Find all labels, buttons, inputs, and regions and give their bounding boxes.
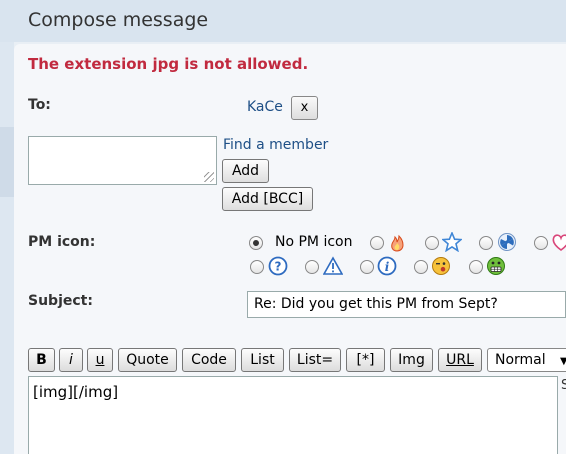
pm-icon-radio-none[interactable] xyxy=(249,236,263,250)
italic-button[interactable]: i xyxy=(59,348,83,372)
svg-text:i: i xyxy=(385,260,390,274)
pm-icon-label: PM icon: xyxy=(28,234,96,250)
no-pm-icon-label: No PM icon xyxy=(275,234,353,250)
url-button[interactable]: URL xyxy=(438,348,482,372)
list-button[interactable]: List xyxy=(241,348,284,372)
error-message: The extension jpg is not allowed. xyxy=(28,55,309,73)
subject-label: Subject: xyxy=(28,293,93,309)
font-size-value: Normal xyxy=(495,352,546,368)
fire-icon xyxy=(391,234,404,252)
font-size-select[interactable]: Normal ▼ xyxy=(487,348,566,372)
image-button[interactable]: Img xyxy=(390,348,433,372)
heart-icon xyxy=(552,234,566,251)
pm-icon-radio-wink[interactable] xyxy=(414,260,428,274)
underline-button[interactable]: u xyxy=(87,348,113,372)
page-title: Compose message xyxy=(28,9,209,31)
star-icon xyxy=(442,232,462,252)
side-label: S xyxy=(561,378,566,393)
list-item-button[interactable]: [*] xyxy=(346,348,385,372)
recipient-input[interactable] xyxy=(28,136,217,185)
add-recipient-button[interactable]: Add xyxy=(222,159,269,183)
pm-icon-radio-question[interactable] xyxy=(250,260,264,274)
find-member-link[interactable]: Find a member xyxy=(223,137,328,153)
left-sidebar-strip xyxy=(0,42,14,454)
resize-grip-icon[interactable] xyxy=(204,172,214,182)
pm-icon-radio-heart[interactable] xyxy=(534,236,548,250)
warning-icon xyxy=(323,256,343,275)
info-icon: i xyxy=(377,256,397,276)
grin-smiley-icon xyxy=(487,257,505,275)
pm-icon-radio-grin[interactable] xyxy=(469,260,483,274)
pm-icon-radio-star[interactable] xyxy=(425,236,439,250)
radioactive-icon xyxy=(498,233,516,251)
chevron-down-icon: ▼ xyxy=(560,356,566,367)
message-editor[interactable]: [img][/img] xyxy=(28,376,558,454)
pm-icon-radio-info[interactable] xyxy=(360,260,374,274)
bold-button[interactable]: B xyxy=(28,348,55,372)
add-bcc-button[interactable]: Add [BCC] xyxy=(222,187,313,211)
wink-smiley-icon xyxy=(432,257,450,275)
pm-icon-radio-fire[interactable] xyxy=(370,236,384,250)
pm-icon-radio-radioactive[interactable] xyxy=(479,236,493,250)
subject-input[interactable]: Re: Did you get this PM from Sept? xyxy=(247,291,566,318)
quote-button[interactable]: Quote xyxy=(118,348,177,372)
to-label: To: xyxy=(28,97,51,113)
pm-icon-radio-warning[interactable] xyxy=(305,260,319,274)
recipient-link[interactable]: KaCe xyxy=(247,99,283,115)
code-button[interactable]: Code xyxy=(182,348,236,372)
question-icon: ? xyxy=(268,256,288,276)
page-header: Compose message xyxy=(0,0,566,42)
svg-text:?: ? xyxy=(275,260,282,274)
ordered-list-button[interactable]: List= xyxy=(289,348,341,372)
remove-recipient-button[interactable]: x xyxy=(291,96,318,120)
